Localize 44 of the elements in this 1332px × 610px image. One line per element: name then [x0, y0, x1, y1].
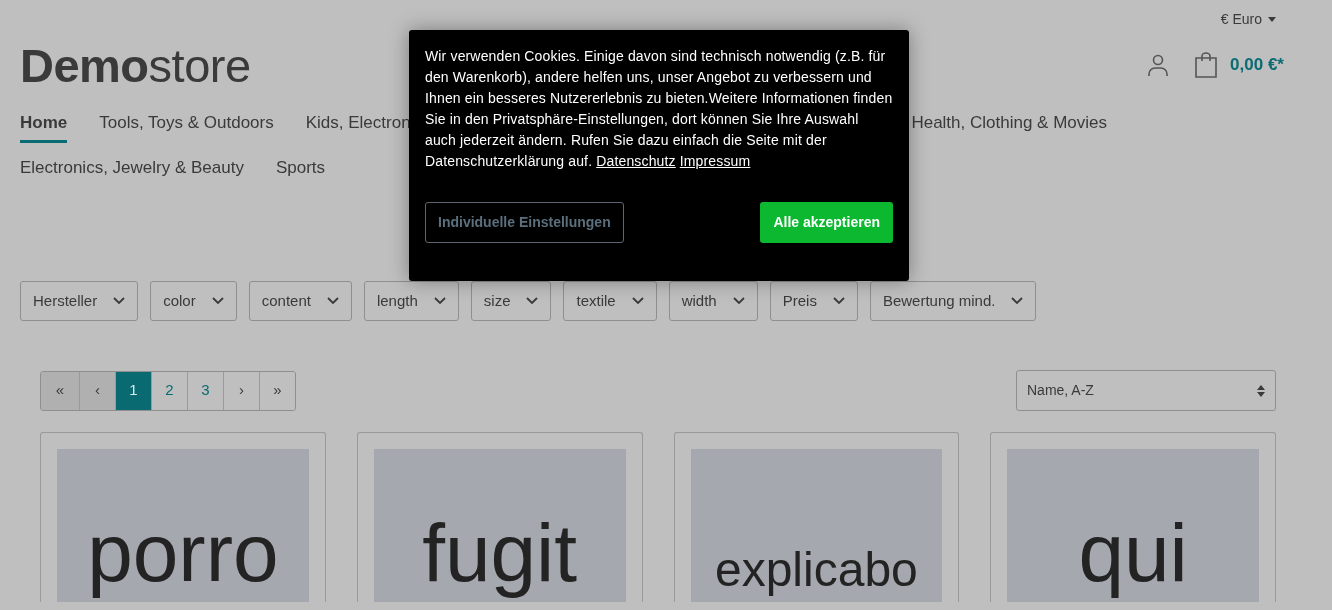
filter-dropdown[interactable]: size — [470, 281, 552, 321]
currency-label: € Euro — [1220, 9, 1262, 29]
caret-icon — [1268, 16, 1276, 22]
filter-dropdown[interactable]: content — [248, 281, 352, 321]
cart-total: 0,00 €* — [1230, 54, 1284, 77]
filter-dropdown[interactable]: width — [668, 281, 758, 321]
image-text: explicabo — [714, 546, 918, 598]
nav-link[interactable]: Home — [20, 110, 68, 143]
filter-dropdown[interactable]: textile — [563, 281, 657, 321]
filter-dropdown[interactable]: color — [150, 281, 237, 321]
nav-link[interactable]: Health, Clothing & Movies — [911, 110, 1107, 143]
cookie-text: Wir verwenden Cookies. Einige davon sind technisch notwendig (z.B. für den Warenkorb), andere helfen uns, unser Angebot zu verbessern und Ihnen ein besseres Nutzererlebnis zu bieten.Weitere Informationen finden Sie in den Privatsphäre-Einstellungen, dort können Sie Ihre Auswahl auch jederzeit ändern. Rufen Sie dazu einfach die Seite mit der Datenschutzerklärung auf. Datenschutz Impressum — [425, 47, 893, 171]
chevron-down-icon — [526, 297, 539, 305]
filter-dropdown[interactable]: Bewertung mind. — [869, 281, 1037, 321]
sort-arrows-icon — [1257, 384, 1265, 397]
settings-button[interactable]: Individuelle Einstellungen — [425, 202, 624, 243]
filter-dropdown[interactable]: length — [363, 281, 459, 321]
nav-link[interactable]: Kids, Electron — [305, 110, 411, 143]
cart-button[interactable]: 0,00 €* — [1194, 52, 1284, 78]
page-button[interactable]: 1 — [115, 371, 151, 410]
text-link[interactable]: Datenschutz — [596, 153, 676, 169]
text-link[interactable]: Impressum — [679, 153, 751, 169]
nav-link[interactable]: Sports — [275, 155, 326, 188]
store-logo[interactable]: Demostore — [20, 41, 251, 89]
chevron-down-icon — [326, 297, 339, 305]
chevron-down-icon — [732, 297, 745, 305]
nav-link[interactable]: Tools, Toys & Outdoors — [99, 110, 274, 143]
currency-dropdown[interactable]: € Euro — [1220, 8, 1276, 30]
account-icon[interactable] — [1146, 53, 1171, 77]
image-text: fugit — [422, 512, 578, 600]
sort-select[interactable]: Name, A-Z — [1016, 370, 1276, 411]
chevron-down-icon — [631, 297, 644, 305]
chevron-down-icon — [113, 297, 126, 305]
filter-dropdown[interactable]: Hersteller — [20, 281, 139, 321]
nav-link[interactable]: Electronics, Jewelry & Beauty — [20, 155, 244, 188]
chevron-down-icon — [433, 297, 446, 305]
chevron-down-icon — [211, 297, 224, 305]
shopping-bag-icon — [1194, 52, 1219, 78]
page-button[interactable]: » — [259, 371, 295, 410]
chevron-down-icon — [1011, 297, 1024, 305]
chevron-down-icon — [832, 297, 845, 305]
image-text: qui — [1078, 512, 1188, 600]
image-text: porro — [87, 512, 279, 600]
filter-dropdown[interactable]: Preis — [769, 281, 858, 321]
